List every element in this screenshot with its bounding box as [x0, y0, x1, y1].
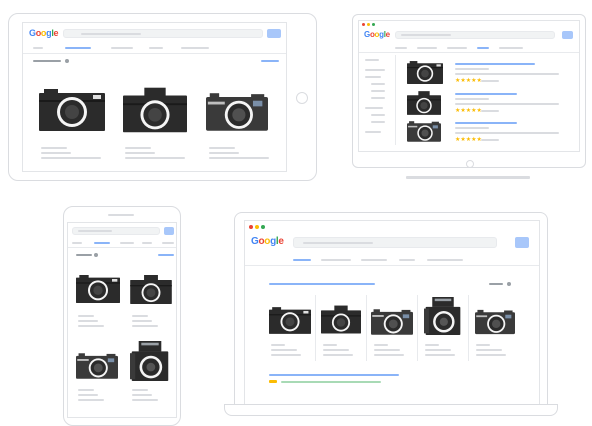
- camera-icon: [407, 61, 443, 84]
- window-dot: [255, 225, 259, 229]
- camera-icon: [475, 309, 515, 335]
- tab[interactable]: [427, 259, 463, 261]
- tab[interactable]: [33, 47, 43, 49]
- tab[interactable]: [120, 242, 134, 244]
- camera-icon: [130, 341, 170, 381]
- camera-icon: [123, 87, 187, 133]
- desktop-screen: Google ★★★★★ ★★★★★ ★★★★★: [358, 20, 580, 152]
- tab-active[interactable]: [94, 242, 110, 244]
- tab-active[interactable]: [65, 47, 91, 49]
- search-button[interactable]: [562, 31, 573, 39]
- phone-screen: [67, 222, 177, 418]
- tab[interactable]: [361, 259, 387, 261]
- tab[interactable]: [181, 47, 209, 49]
- tab[interactable]: [447, 47, 467, 49]
- camera-icon: [423, 297, 463, 335]
- tab[interactable]: [321, 259, 351, 261]
- tab[interactable]: [499, 47, 523, 49]
- camera-icon: [321, 305, 361, 334]
- search-button[interactable]: [164, 227, 174, 235]
- camera-icon: [269, 307, 311, 334]
- tab-active[interactable]: [477, 47, 489, 49]
- window-dot: [362, 23, 365, 26]
- search-button[interactable]: [515, 237, 529, 248]
- camera-icon: [76, 275, 120, 303]
- monitor-power-dot: [466, 160, 474, 168]
- camera-icon: [407, 121, 441, 142]
- window-dot: [367, 23, 370, 26]
- window-dot: [261, 225, 265, 229]
- camera-icon: [407, 91, 441, 115]
- tab[interactable]: [72, 242, 82, 244]
- tablet-screen: Google: [22, 22, 287, 172]
- rating-stars: ★★★★★: [455, 137, 482, 143]
- rating-stars: ★★★★★: [455, 78, 482, 84]
- tab[interactable]: [417, 47, 437, 49]
- tab[interactable]: [142, 242, 152, 244]
- laptop-screen: Google: [244, 220, 540, 404]
- google-logo: Google: [29, 28, 59, 38]
- tab[interactable]: [162, 242, 174, 244]
- phone-speaker: [108, 214, 134, 216]
- window-dot: [372, 23, 375, 26]
- window-dot: [249, 225, 253, 229]
- camera-icon: [371, 309, 413, 335]
- camera-icon: [206, 93, 268, 131]
- tab[interactable]: [399, 259, 415, 261]
- google-logo: Google: [251, 236, 284, 247]
- tablet-home-button[interactable]: [296, 92, 308, 104]
- camera-icon: [76, 353, 118, 379]
- laptop-base: [224, 404, 558, 416]
- tab[interactable]: [395, 47, 407, 49]
- monitor-stand: [406, 176, 530, 179]
- rating-stars: ★★★★★: [455, 108, 482, 114]
- tab[interactable]: [149, 47, 163, 49]
- google-logo: Google: [364, 30, 390, 39]
- camera-icon: [130, 275, 172, 304]
- tab-active[interactable]: [293, 259, 311, 261]
- camera-icon: [39, 89, 105, 131]
- tab[interactable]: [111, 47, 133, 49]
- search-button[interactable]: [267, 29, 281, 38]
